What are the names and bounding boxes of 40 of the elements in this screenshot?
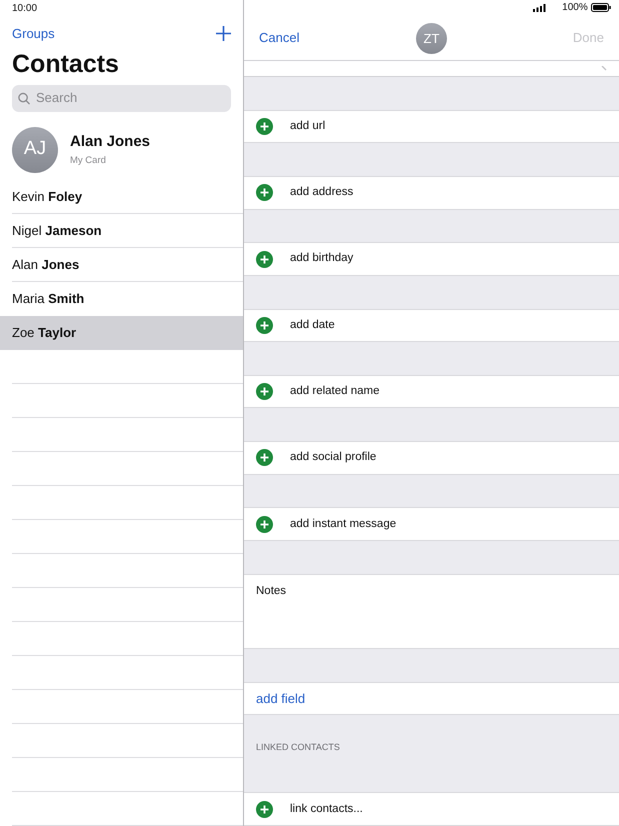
add-row[interactable]: add date [244,308,619,342]
contact-row[interactable]: Maria Smith [0,282,243,316]
battery-icon [591,3,611,12]
signal-icon [532,4,546,12]
add-row[interactable]: add related name [244,374,619,408]
add-row[interactable]: add url [244,110,619,144]
search-field[interactable]: Search [12,84,231,112]
add-icon [256,516,273,533]
add-row[interactable]: add instant message [244,507,619,541]
contact-name: Alan Jones [70,132,150,152]
add-icon [256,316,273,334]
add-row[interactable]: add address [244,176,619,210]
groups-link[interactable]: Groups [12,24,55,44]
contact-row[interactable]: Zoe Taylor [0,316,243,350]
add-icon [256,184,273,202]
add-icon [256,118,273,136]
notes-field[interactable]: Notes [244,574,619,649]
add-icon [256,449,273,466]
page-title: Contacts [12,50,120,78]
add-icon [256,250,273,268]
avatar-circle: ZT [416,22,447,54]
add-row[interactable]: link contacts... [244,792,619,826]
search-icon [18,92,30,104]
contact-row[interactable]: Nigel Jameson [0,214,243,248]
card-subtitle: My Card [70,154,107,168]
status-time: 10:00 [12,2,38,16]
chevron-icon [601,66,607,72]
add-field-link[interactable]: add field [244,682,619,716]
contact-row[interactable]: Kevin Foley [0,180,243,214]
avatar-circle: AJ [12,126,58,172]
contact-row[interactable]: Alan Jones [0,248,243,282]
add-icon [256,383,273,400]
add-row[interactable]: add birthday [244,242,619,276]
add-row[interactable]: add social profile [244,441,619,475]
cancel-button[interactable]: Cancel [259,28,300,48]
add-icon[interactable] [216,26,231,42]
add-icon [256,800,273,818]
section-header: LINKED CONTACTS [255,741,341,754]
search-input[interactable]: Search [34,87,225,109]
battery-percent: 100% [562,1,588,16]
